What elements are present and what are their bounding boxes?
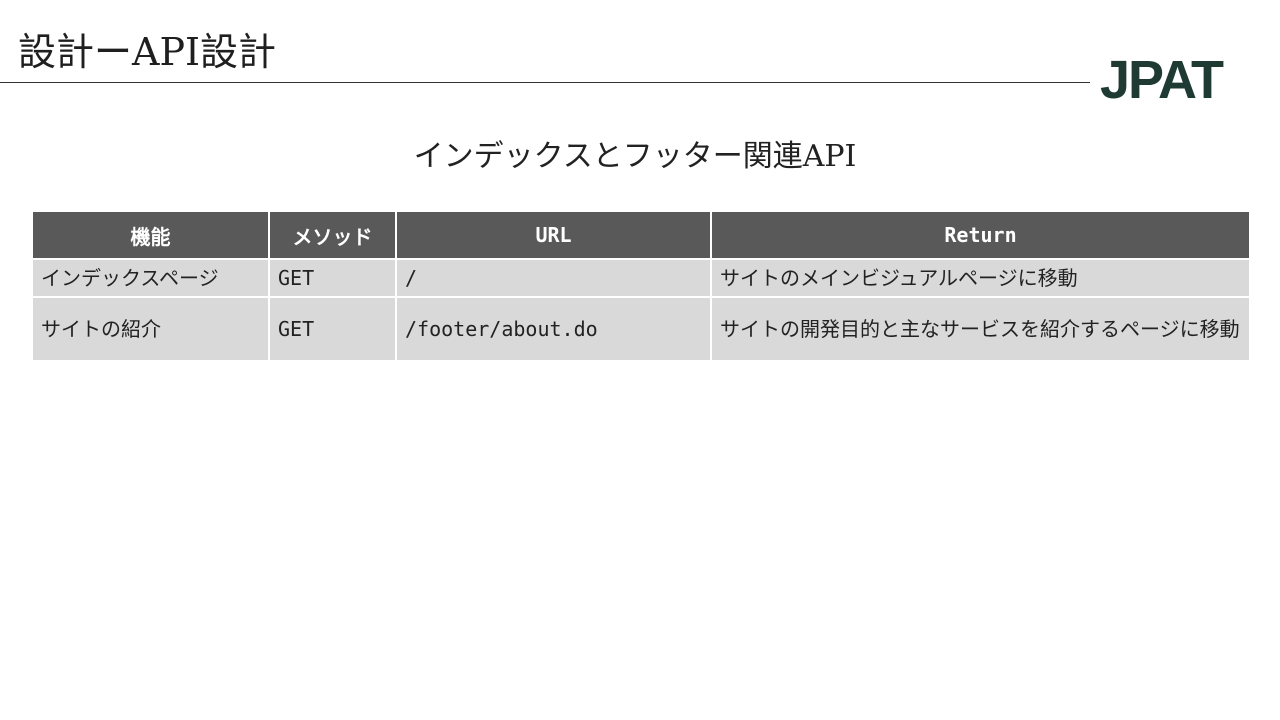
jpat-logo-text: JPAT: [1100, 50, 1224, 108]
cell-method: GET: [268, 258, 397, 298]
cell-return: サイトのメインビジュアルページに移動: [710, 258, 1251, 298]
column-header-url: URL: [395, 210, 712, 260]
column-header-return: Return: [710, 210, 1251, 260]
section-heading: インデックスとフッター関連API: [413, 139, 857, 174]
cell-return: サイトの開発目的と主なサービスを紹介するページに移動: [710, 296, 1251, 362]
column-header-function: 機能: [31, 210, 270, 260]
column-header-method: メソッド: [268, 210, 397, 260]
cell-function: インデックスページ: [31, 258, 270, 298]
table-row: インデックスページ GET / サイトのメインビジュアルページに移動: [31, 258, 1251, 298]
cell-url: /footer/about.do: [395, 296, 712, 362]
cell-url: /: [395, 258, 712, 298]
jpat-logo-mark: JPAT: [1100, 50, 1226, 110]
table-header-row: 機能 メソッド URL Return: [31, 210, 1251, 260]
cell-function: サイトの紹介: [31, 296, 270, 362]
table-row: サイトの紹介 GET /footer/about.do サイトの開発目的と主なサ…: [31, 296, 1251, 362]
api-table: 機能 メソッド URL Return インデックスページ GET / サイトのメ…: [31, 210, 1251, 362]
cell-method: GET: [268, 296, 397, 362]
title-divider: [0, 82, 1090, 83]
jpat-logo: JPAT: [1100, 50, 1252, 119]
page-title: 設計ーAPI設計: [18, 30, 277, 74]
